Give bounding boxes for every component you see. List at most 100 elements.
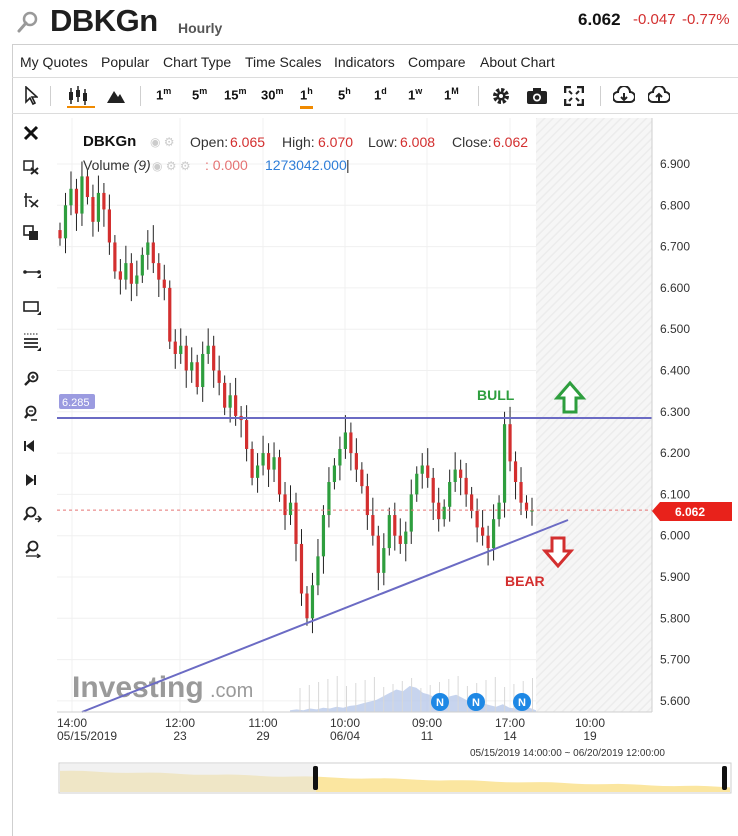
y-tick-label: 6.900 [660, 157, 690, 171]
legend-close: 6.062 [493, 134, 529, 150]
watermark-suffix: .com [210, 680, 253, 702]
x-tick-label: 17:00 [495, 716, 525, 730]
price-chart[interactable]: Investing .com 6.900 6.800 6.700 6.600 6.500… [0, 0, 738, 836]
candle-body [365, 486, 369, 516]
x-tick-label: 10:00 [330, 716, 360, 730]
candle-body [343, 432, 347, 449]
resistance-tag-text: 6.285 [62, 397, 90, 409]
candle-body [431, 477, 435, 503]
candle-body [420, 465, 424, 474]
candle-body [398, 535, 402, 544]
investing-watermark: Investing .com [72, 671, 253, 704]
x-tick-sublabel: 11 [421, 729, 434, 743]
x-tick-sublabel: 23 [173, 729, 187, 743]
candle-body [250, 448, 254, 478]
candle-body [376, 535, 380, 573]
candle-body [184, 345, 188, 371]
candle-body [206, 345, 210, 354]
candle-body [261, 453, 265, 466]
candle-body [354, 453, 358, 470]
candle-body [387, 515, 391, 549]
y-tick-label: 6.600 [660, 281, 690, 295]
candle-body [497, 502, 501, 520]
candle-body [245, 420, 249, 449]
candle-body [502, 424, 507, 503]
candle-body [508, 424, 512, 462]
y-tick-label: 6.700 [660, 240, 690, 254]
x-tick-label: 12:00 [165, 716, 195, 730]
candle-body [513, 461, 518, 483]
candle-body [96, 192, 101, 222]
bull-label: BULL [477, 387, 515, 403]
candle-body [437, 502, 441, 520]
news-marker-label: N [472, 697, 480, 709]
candle-body [58, 230, 62, 239]
candle-body [481, 527, 485, 536]
x-tick-label: 09:00 [412, 716, 442, 730]
legend-symbol: DBKGn [83, 133, 137, 150]
x-tick-sublabel: 14 [503, 729, 517, 743]
x-tick-sublabel: 29 [256, 729, 270, 743]
x-axis: 14:0005/15/201912:002311:002910:0006/040… [57, 711, 652, 743]
candle-body [283, 494, 287, 516]
candle-body [162, 279, 166, 288]
candle-body [294, 502, 298, 544]
navigator-handle-left[interactable] [313, 766, 318, 790]
x-tick-sublabel: 06/04 [330, 729, 360, 743]
y-tick-label: 5.700 [660, 653, 690, 667]
candle-body [305, 593, 309, 619]
news-markers[interactable]: NNN [431, 693, 531, 711]
legend-eye-icon[interactable]: ◉ ⚙ [150, 135, 175, 149]
candle-body [190, 362, 194, 371]
candle-body [475, 510, 479, 528]
candle-body [299, 543, 304, 594]
candle-body [195, 362, 199, 388]
candle-body [173, 341, 177, 354]
candle-body [223, 382, 227, 408]
candle-body [272, 457, 276, 470]
y-tick-label: 5.800 [660, 611, 690, 625]
candle-body [519, 482, 523, 503]
candle-body [91, 197, 95, 222]
candle-body [349, 432, 353, 454]
y-tick-label: 6.300 [660, 405, 690, 419]
candle-body [409, 494, 413, 532]
candle-body [464, 477, 468, 495]
candle-body [310, 585, 315, 619]
legend-open: 6.065 [230, 134, 266, 150]
candle-body [277, 457, 282, 495]
candle-body [459, 469, 463, 478]
candle-body [212, 345, 216, 371]
x-tick-sublabel: 19 [583, 729, 597, 743]
candle-body [486, 535, 490, 549]
candle-body [288, 502, 293, 516]
watermark-text: Investing [72, 671, 204, 704]
candle-body [360, 469, 364, 487]
candle-body [415, 473, 419, 495]
candle-body [74, 188, 79, 214]
candle-body [118, 271, 122, 280]
candle-body [69, 188, 73, 206]
volume-settings-icon[interactable]: ◉ ⚙ ⚙ [152, 159, 191, 173]
volume-label: Volume [83, 157, 130, 173]
news-marker-label: N [436, 697, 444, 709]
candle-body [135, 275, 139, 284]
volume-value: : 0.000 [205, 157, 248, 173]
volume-legend: Volume (9) [83, 157, 151, 173]
legend-close-label: Close: [452, 134, 492, 150]
candle-body [332, 465, 337, 483]
candle-body [491, 519, 496, 549]
candle-body [316, 556, 320, 586]
candle-body [448, 482, 452, 507]
x-tick-sublabel: 05/15/2019 [57, 729, 117, 743]
candle-body [80, 176, 84, 214]
navigator-handle-right[interactable] [722, 766, 727, 790]
volume-ma-separator: | [346, 157, 350, 173]
bear-label: BEAR [505, 573, 545, 589]
candle-body [85, 176, 90, 198]
y-tick-label: 5.900 [660, 570, 690, 584]
volume-ma: 1273042.000 [265, 157, 347, 173]
y-tick-label: 5.600 [660, 694, 690, 708]
legend-low: 6.008 [400, 134, 436, 150]
candle-body [151, 242, 155, 264]
